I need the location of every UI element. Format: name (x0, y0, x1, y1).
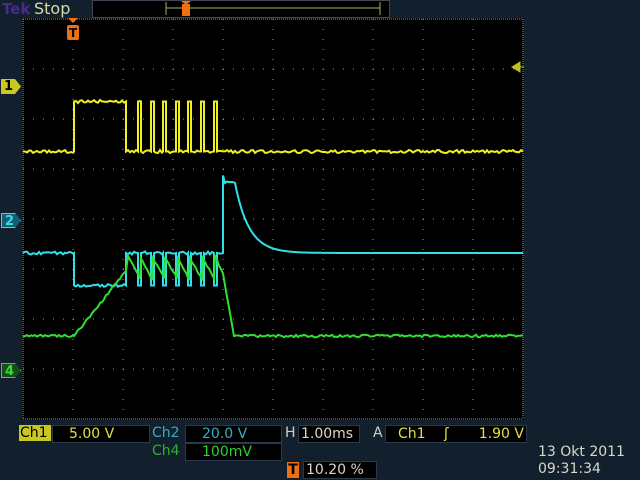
trigger-level: 1.90 V (479, 426, 524, 442)
ch1-scale[interactable]: 5.00 V (52, 425, 150, 443)
ch4-label[interactable]: Ch4 (152, 443, 180, 459)
brand-logo: Tek (2, 0, 30, 18)
ch1-marker-label: 1 (4, 79, 13, 94)
ch1-label[interactable]: Ch1 (19, 425, 51, 441)
ch2-ground-marker[interactable]: 2 (1, 213, 21, 228)
ch4-ground-marker[interactable]: 4 (1, 363, 21, 378)
trigger-source: Ch1 (398, 426, 426, 442)
acquisition-status: Stop (34, 0, 70, 18)
waveform-graticule: T (22, 18, 524, 420)
ch4-marker-label: 4 (5, 364, 14, 379)
trigger-readout[interactable]: Ch1 ʃ 1.90 V (385, 425, 527, 443)
ch4-scale[interactable]: 100mV (185, 443, 282, 461)
trigger-position-icon: T (287, 462, 299, 478)
trigger-position-value[interactable]: 10.20 % (303, 461, 377, 479)
time: 09:31:34 (538, 461, 601, 477)
trigger-position-icon (182, 4, 190, 16)
record-length-indicator (92, 0, 390, 18)
svg-text:T: T (69, 26, 78, 40)
oscilloscope-display: Tek Stop T 1 2 4 Ch1 5.00 V Ch2 20.0 V H… (0, 0, 640, 480)
date: 13 Okt 2011 (538, 444, 625, 460)
rising-edge-icon: ʃ (444, 426, 449, 442)
ch2-scale[interactable]: 20.0 V (185, 425, 282, 443)
ch2-label[interactable]: Ch2 (152, 425, 180, 441)
ch1-ground-marker[interactable]: 1 (1, 79, 21, 94)
record-bracket (93, 1, 389, 17)
timebase-value[interactable]: 1.00ms (298, 425, 360, 443)
horizontal-label: H (285, 425, 296, 441)
trigger-mode-label: A (373, 425, 383, 441)
ch2-marker-label: 2 (5, 214, 14, 229)
